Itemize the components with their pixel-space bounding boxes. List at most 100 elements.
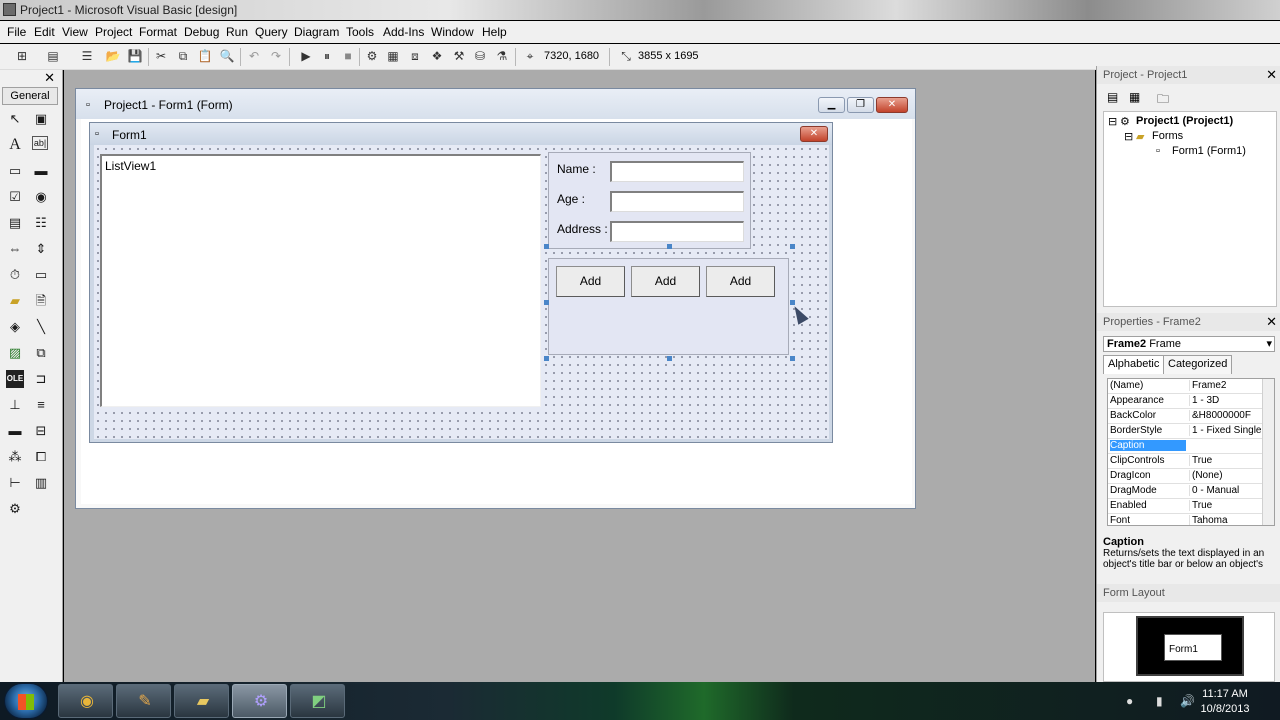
label-tool-icon[interactable]: A xyxy=(6,136,24,154)
line-tool-icon[interactable]: ╲ xyxy=(32,318,50,336)
tree-node-project[interactable]: Project1 (Project1) xyxy=(1136,115,1233,127)
selection-handle[interactable] xyxy=(667,356,672,361)
taskbar-clock[interactable]: 11:17 AM 10/8/2013 xyxy=(1195,687,1255,717)
menu-format[interactable]: Format xyxy=(139,25,177,39)
filelistbox-tool-icon[interactable]: 🗎 xyxy=(32,292,50,310)
selection-handle[interactable] xyxy=(790,244,795,249)
menu-project[interactable]: Project xyxy=(95,25,132,39)
save-icon[interactable]: 💾 xyxy=(127,48,143,64)
copy-icon[interactable]: ⧉ xyxy=(175,48,191,64)
cut-icon[interactable]: ✂ xyxy=(153,48,169,64)
start-icon[interactable]: ▶ xyxy=(298,48,314,64)
textbox-tool-icon[interactable]: ab| xyxy=(32,136,48,150)
selection-handle[interactable] xyxy=(790,356,795,361)
tree-collapse-icon[interactable]: ⊟ xyxy=(1108,115,1117,128)
add-project-icon[interactable]: ⊞ xyxy=(14,48,30,64)
property-row[interactable]: DragIcon (None) xyxy=(1108,469,1264,484)
statusbar-tool-icon[interactable]: ≡ xyxy=(32,396,50,414)
add-button-3[interactable]: Add xyxy=(706,266,775,297)
add-form-icon[interactable]: ▤ xyxy=(45,48,61,64)
vscrollbar-tool-icon[interactable]: ⇕ xyxy=(32,240,50,258)
find-icon[interactable]: 🔍 xyxy=(219,48,235,64)
signal-icon[interactable]: ▮ xyxy=(1156,694,1163,708)
frame-tool-icon[interactable]: ▭ xyxy=(6,162,24,180)
imagelist-tool-icon[interactable]: ⁂ xyxy=(6,448,24,466)
dirlistbox-tool-icon[interactable]: ▰ xyxy=(6,292,24,310)
tab-categorized[interactable]: Categorized xyxy=(1163,355,1233,374)
properties-window-icon[interactable]: ▦ xyxy=(385,48,401,64)
property-row[interactable]: BorderStyle 1 - Fixed Single xyxy=(1108,424,1264,439)
imagecombo-tool-icon[interactable]: ▥ xyxy=(32,474,50,492)
menu-query[interactable]: Query xyxy=(255,25,288,39)
object-browser-icon[interactable]: ❖ xyxy=(429,48,445,64)
listview-tool-icon[interactable]: ⊢ xyxy=(6,474,24,492)
volume-icon[interactable]: 🔊 xyxy=(1180,694,1195,708)
project-explorer-icon[interactable]: ⚙ xyxy=(364,48,380,64)
taskbar-visual-basic[interactable]: ⚙ xyxy=(232,684,287,718)
listview1-control[interactable]: ListView1 xyxy=(100,154,541,407)
form1-close-button[interactable]: ✕ xyxy=(800,126,828,142)
property-row[interactable]: Appearance 1 - 3D xyxy=(1108,394,1264,409)
listbox-tool-icon[interactable]: ☷ xyxy=(32,214,50,232)
toolbox-general-tab[interactable]: General xyxy=(2,87,58,105)
commandbutton-tool-icon[interactable]: ▬ xyxy=(32,162,50,180)
toolbar-tool-icon[interactable]: ▬ xyxy=(6,422,24,440)
start-button[interactable] xyxy=(4,683,48,719)
close-button[interactable]: ✕ xyxy=(876,97,908,113)
redo-icon[interactable]: ↷ xyxy=(268,48,284,64)
break-icon[interactable]: ⏸ xyxy=(319,48,335,64)
picturebox-tool-icon[interactable]: ▣ xyxy=(32,110,50,128)
properties-scrollbar[interactable] xyxy=(1262,379,1274,525)
menu-diagram[interactable]: Diagram xyxy=(294,25,339,39)
project-panel-close-icon[interactable]: ✕ xyxy=(1266,66,1277,84)
open-icon[interactable]: 📂 xyxy=(105,48,121,64)
menu-file[interactable]: File xyxy=(7,25,26,39)
undo-icon[interactable]: ↶ xyxy=(246,48,262,64)
menu-run[interactable]: Run xyxy=(226,25,248,39)
age-textbox[interactable] xyxy=(610,191,744,212)
form-layout-icon[interactable]: ⧈ xyxy=(407,48,423,64)
property-row[interactable]: DragMode 0 - Manual xyxy=(1108,484,1264,499)
menu-window[interactable]: Window xyxy=(431,25,474,39)
taskbar-app-2[interactable]: ✎ xyxy=(116,684,171,718)
taskbar-explorer[interactable]: ▰ xyxy=(174,684,229,718)
selection-handle[interactable] xyxy=(790,300,795,305)
end-icon[interactable]: ■ xyxy=(340,48,356,64)
restore-button[interactable]: ❐ xyxy=(847,97,874,113)
progressbar-tool-icon[interactable]: ⊐ xyxy=(32,370,50,388)
ole-tool-icon[interactable]: OLE xyxy=(6,370,24,388)
add-button-2[interactable]: Add xyxy=(631,266,700,297)
minimize-button[interactable]: ▁ xyxy=(818,97,845,113)
menu-view[interactable]: View xyxy=(62,25,88,39)
hscrollbar-tool-icon[interactable]: ⇔ xyxy=(6,240,24,258)
name-textbox[interactable] xyxy=(610,161,744,182)
toolbox-close-icon[interactable]: ✕ xyxy=(44,70,55,86)
component-manager-icon[interactable]: ⚗ xyxy=(494,48,510,64)
frame2-control[interactable]: Add Add Add xyxy=(548,258,789,355)
object-selector[interactable]: Frame2 Frame ▾ xyxy=(1103,336,1275,352)
property-row[interactable]: Font Tahoma xyxy=(1108,514,1264,525)
tree-collapse-icon[interactable]: ⊟ xyxy=(1124,130,1133,143)
toolbox-icon[interactable]: ⚒ xyxy=(451,48,467,64)
taskbar-chrome[interactable]: ◉ xyxy=(58,684,113,718)
menu-edit[interactable]: Edit xyxy=(34,25,55,39)
menu-editor-icon[interactable]: ☰ xyxy=(79,48,95,64)
properties-panel-close-icon[interactable]: ✕ xyxy=(1266,313,1277,331)
network-icon[interactable]: ● xyxy=(1126,694,1133,708)
slider-tool-icon[interactable]: ⊥ xyxy=(6,396,24,414)
designer-titlebar[interactable]: ▫ Project1 - Form1 (Form) ▁ ❐ ✕ xyxy=(76,89,915,119)
selection-handle[interactable] xyxy=(544,300,549,305)
tabstrip-tool-icon[interactable]: ⧠ xyxy=(32,448,50,466)
menu-debug[interactable]: Debug xyxy=(184,25,219,39)
selection-handle[interactable] xyxy=(544,356,549,361)
property-row[interactable]: BackColor &H8000000F xyxy=(1108,409,1264,424)
combobox-tool-icon[interactable]: ▤ xyxy=(6,214,24,232)
form1-titlebar[interactable]: ▫ Form1 ✕ xyxy=(90,123,832,145)
timer-tool-icon[interactable]: ⏱ xyxy=(6,266,24,284)
menu-help[interactable]: Help xyxy=(482,25,507,39)
chevron-down-icon[interactable]: ▾ xyxy=(1266,337,1272,351)
tree-node-forms-folder[interactable]: Forms xyxy=(1152,130,1183,142)
animation-tool-icon[interactable]: ⚙ xyxy=(6,500,24,518)
optionbutton-tool-icon[interactable]: ◉ xyxy=(32,188,50,206)
menu-tools[interactable]: Tools xyxy=(346,25,374,39)
